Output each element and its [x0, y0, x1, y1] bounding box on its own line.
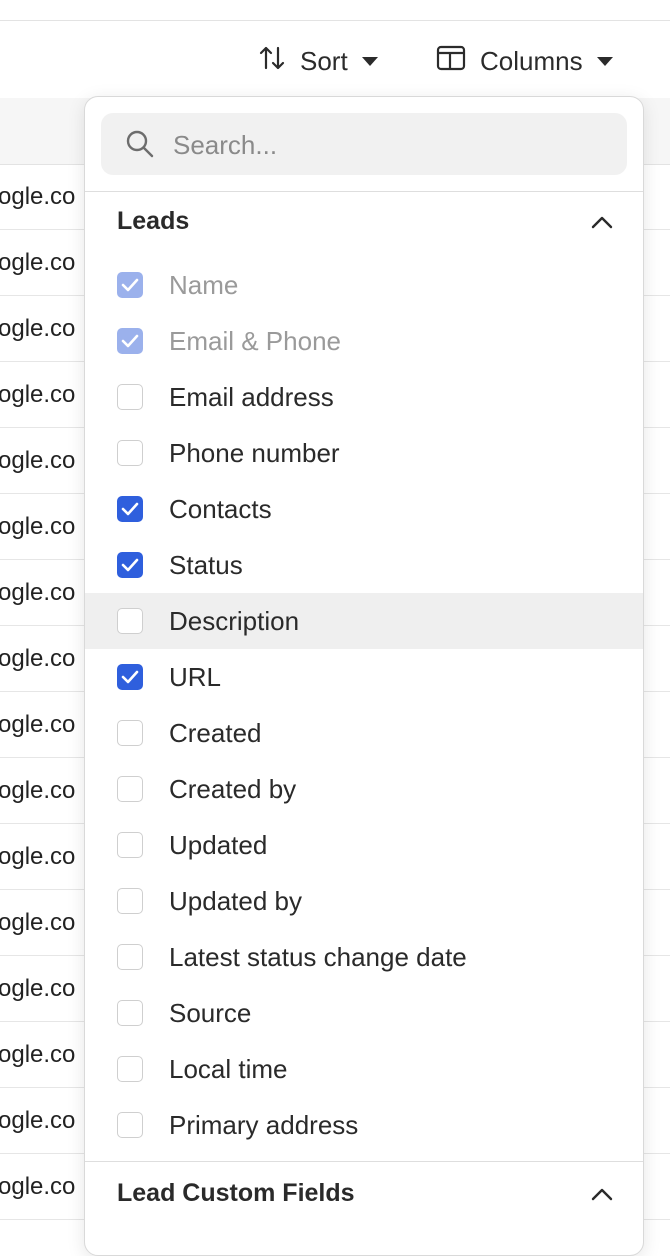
checkbox-checked[interactable]: [117, 552, 143, 578]
checkbox[interactable]: [117, 776, 143, 802]
column-option[interactable]: Email address: [85, 369, 643, 425]
checkbox-checked: [117, 328, 143, 354]
row-url-cell: ogle.co: [0, 447, 76, 474]
column-option-label: Primary address: [169, 1109, 359, 1140]
sort-button[interactable]: Sort: [258, 40, 378, 82]
column-option-label: Contacts: [169, 493, 272, 524]
column-option: Name: [85, 257, 643, 313]
column-option-label: Phone number: [169, 437, 340, 468]
section-header[interactable]: Leads: [117, 207, 189, 236]
row-url-cell: ogle.co: [0, 975, 76, 1002]
column-option[interactable]: Local time: [85, 1041, 643, 1097]
column-option-label: Local time: [169, 1053, 288, 1084]
column-option[interactable]: Description: [85, 593, 643, 649]
row-url-cell: ogle.co: [0, 843, 76, 870]
search-divider: [85, 191, 643, 192]
column-option[interactable]: URL: [85, 649, 643, 705]
columns-caret-icon: [596, 56, 613, 66]
column-option[interactable]: Contacts: [85, 481, 643, 537]
column-option-label: Name: [169, 269, 239, 300]
checkbox[interactable]: [117, 1112, 143, 1138]
columns-label: Columns: [480, 45, 583, 76]
row-url-cell: ogle.co: [0, 579, 76, 606]
column-option[interactable]: Primary address: [85, 1097, 643, 1153]
column-option[interactable]: Latest status change date: [85, 929, 643, 985]
chevron-up-icon[interactable]: [591, 1187, 613, 1206]
section-divider: [85, 1161, 643, 1162]
column-option: Email & Phone: [85, 313, 643, 369]
row-url-cell: ogle.co: [0, 711, 76, 738]
column-option-label: Created by: [169, 773, 297, 804]
checkbox[interactable]: [117, 608, 143, 634]
column-option-label: Status: [169, 549, 243, 580]
row-url-cell: ogle.co: [0, 183, 76, 210]
search-box: [101, 113, 627, 175]
checkbox[interactable]: [117, 720, 143, 746]
checkbox[interactable]: [117, 1000, 143, 1026]
sort-caret-icon: [361, 56, 378, 66]
column-option-label: Created: [169, 717, 262, 748]
checkbox[interactable]: [117, 832, 143, 858]
checkbox-checked: [117, 272, 143, 298]
column-option-label: Email address: [169, 381, 334, 412]
columns-dropdown: Leads Name Email & Phone Email address Phone…: [84, 96, 644, 1256]
search-input[interactable]: [171, 123, 615, 167]
chevron-up-icon[interactable]: [591, 215, 613, 234]
row-url-cell: ogle.co: [0, 777, 76, 804]
checkbox[interactable]: [117, 440, 143, 466]
top-divider: [0, 20, 670, 21]
row-url-cell: ogle.co: [0, 909, 76, 936]
column-option[interactable]: Status: [85, 537, 643, 593]
columns-icon: [436, 45, 466, 78]
column-option-label: URL: [169, 661, 222, 692]
row-url-cell: ogle.co: [0, 1107, 76, 1134]
row-url-cell: ogle.co: [0, 1173, 76, 1200]
column-option[interactable]: Updated by: [85, 873, 643, 929]
row-url-cell: ogle.co: [0, 249, 76, 276]
row-url-cell: ogle.co: [0, 381, 76, 408]
columns-button[interactable]: Columns: [436, 40, 613, 82]
row-url-cell: ogle.co: [0, 1041, 76, 1068]
column-option-label: Email & Phone: [169, 325, 341, 356]
sort-arrows-icon: [258, 44, 286, 79]
column-option-label: Source: [169, 997, 252, 1028]
column-option-label: Latest status change date: [169, 941, 467, 972]
checkbox[interactable]: [117, 384, 143, 410]
column-option[interactable]: Updated: [85, 817, 643, 873]
search-icon: [126, 130, 154, 158]
checkbox[interactable]: [117, 944, 143, 970]
checkbox[interactable]: [117, 888, 143, 914]
sort-label: Sort: [300, 45, 348, 76]
column-option[interactable]: Created by: [85, 761, 643, 817]
column-option[interactable]: Created: [85, 705, 643, 761]
checkbox[interactable]: [117, 1056, 143, 1082]
section-header[interactable]: Lead Custom Fields: [117, 1179, 355, 1208]
column-option[interactable]: Phone number: [85, 425, 643, 481]
column-option-label: Description: [169, 605, 300, 636]
row-url-cell: ogle.co: [0, 315, 76, 342]
row-url-cell: ogle.co: [0, 513, 76, 540]
checkbox-checked[interactable]: [117, 664, 143, 690]
checkbox-checked[interactable]: [117, 496, 143, 522]
column-option-label: Updated: [169, 829, 268, 860]
column-option-label: Updated by: [169, 885, 302, 916]
column-option[interactable]: Source: [85, 985, 643, 1041]
row-url-cell: ogle.co: [0, 645, 76, 672]
